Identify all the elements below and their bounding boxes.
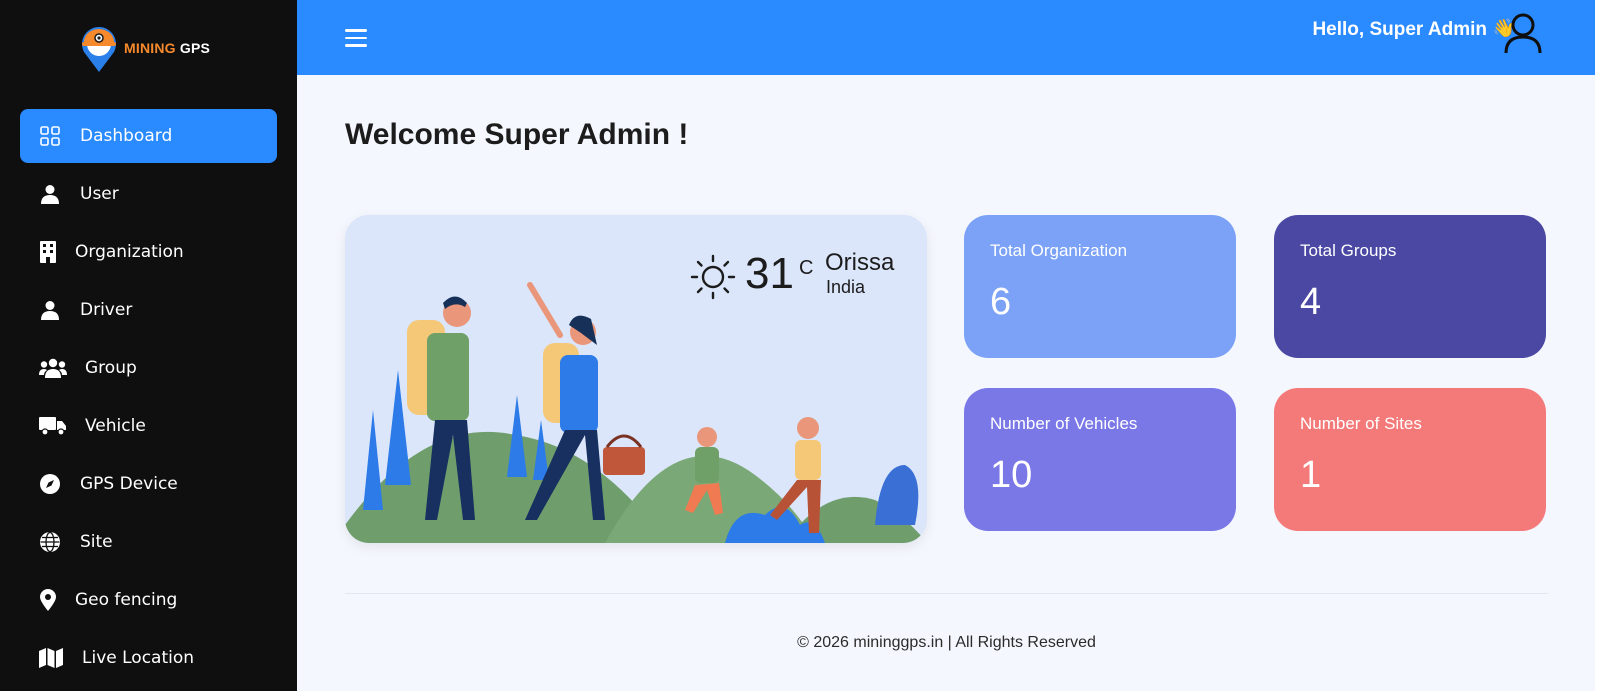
weather-country: India [826,277,866,297]
sidebar-item-label: Geo fencing [75,590,178,610]
weather-card: 31 C Orissa India [345,215,927,543]
stat-value: 4 [1300,281,1322,323]
building-icon [20,241,75,263]
truck-icon [20,416,85,436]
stat-value: 1 [1300,454,1322,496]
stat-value: 10 [990,454,1033,496]
sidebar-item-dashboard[interactable]: Dashboard [20,109,277,163]
brand-name-part1: MINING [124,40,176,56]
footer-divider [345,593,1548,594]
sidebar-item-label: Driver [80,300,133,320]
stat-card-total-groups[interactable]: Total Groups 4 [1274,215,1546,358]
sidebar-item-label: Dashboard [80,126,173,146]
driver-icon [20,300,80,320]
sidebar-item-site[interactable]: Site [20,515,277,569]
logo-pin-icon [82,27,116,72]
grid-icon [20,126,80,146]
sidebar-item-label: Organization [75,242,184,262]
stat-label: Total Groups [1300,241,1397,260]
hamburger-menu-icon[interactable] [345,29,367,47]
sidebar: MINING GPS Dashboard User Organization D… [0,0,297,691]
compass-icon [20,474,80,494]
sidebar-item-user[interactable]: User [20,167,277,221]
sidebar-item-label: Site [80,532,113,552]
map-pin-icon [20,589,75,611]
sidebar-item-geo-fencing[interactable]: Geo fencing [20,573,277,627]
sidebar-item-label: User [80,184,119,204]
stat-label: Total Organization [990,241,1128,260]
map-icon [20,648,82,668]
weather-city: Orissa [825,249,895,276]
weather-temperature: 31 [745,249,794,298]
page-title: Welcome Super Admin ! [345,118,689,151]
brand-name-part2: GPS [175,40,211,56]
user-greeting: Hello, Super Admin [1312,19,1487,40]
stat-label: Number of Vehicles [990,414,1138,433]
app-logo[interactable]: MINING GPS [80,22,210,74]
stat-label: Number of Sites [1300,414,1422,433]
sidebar-item-organization[interactable]: Organization [20,225,277,279]
sidebar-item-driver[interactable]: Driver [20,283,277,337]
sidebar-item-label: Live Location [82,648,195,668]
sidebar-item-live-location[interactable]: Live Location [20,631,277,685]
globe-icon [20,532,80,552]
stat-value: 6 [990,281,1012,323]
users-group-icon [20,358,85,378]
stat-card-total-organization[interactable]: Total Organization 6 [964,215,1236,358]
sidebar-item-gps-device[interactable]: GPS Device [20,457,277,511]
top-header: Hello, Super Admin 👋 [297,0,1595,75]
user-profile-icon[interactable] [1503,12,1543,54]
stat-card-number-of-sites[interactable]: Number of Sites 1 [1274,388,1546,531]
stat-card-number-of-vehicles[interactable]: Number of Vehicles 10 [964,388,1236,531]
sidebar-item-label: GPS Device [80,474,178,494]
user-icon [20,184,80,204]
scrollbar-edge [1595,0,1600,691]
brand-name: MINING GPS [124,40,210,56]
sidebar-item-vehicle[interactable]: Vehicle [20,399,277,453]
sidebar-item-label: Vehicle [85,416,146,436]
sidebar-item-group[interactable]: Group [20,341,277,395]
sidebar-item-label: Group [85,358,137,378]
footer-copyright: © 2026 mininggps.in | All Rights Reserve… [797,634,1096,651]
weather-unit: C [799,257,814,279]
sun-icon [690,254,736,300]
sidebar-nav: Dashboard User Organization Driver Group… [20,109,277,689]
